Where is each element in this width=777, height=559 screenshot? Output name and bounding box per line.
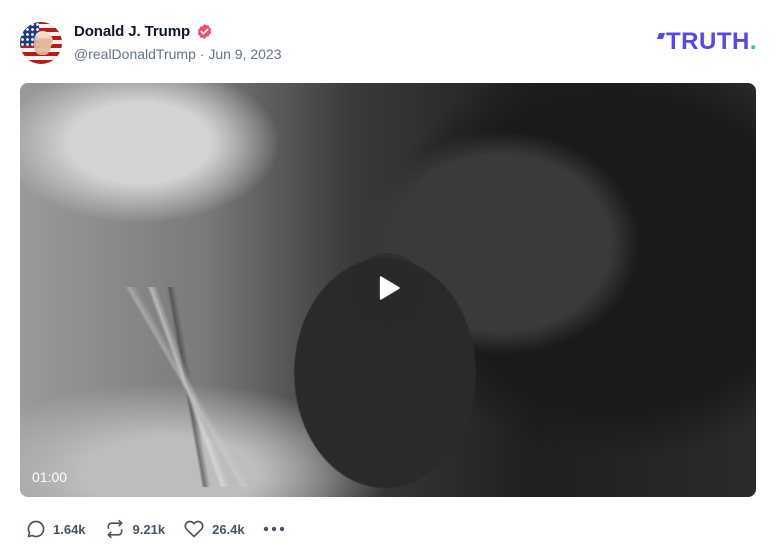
reply-icon <box>26 519 46 539</box>
post-actions: 1.64k 9.21k 26.4k <box>26 517 303 541</box>
play-button[interactable] <box>351 253 425 327</box>
author-meta: @realDonaldTrump · Jun 9, 2023 <box>74 46 281 62</box>
video-thumbnail <box>60 287 320 487</box>
more-options-button[interactable] <box>263 526 285 532</box>
video-player[interactable]: 01:00 <box>20 83 756 497</box>
post-header: Donald J. Trump @realDonaldTrump · Jun 9… <box>20 20 757 66</box>
like-button[interactable]: 26.4k <box>183 519 245 539</box>
reply-count: 1.64k <box>53 521 86 537</box>
more-icon <box>263 526 285 532</box>
author-display-name[interactable]: Donald J. Trump <box>74 23 190 40</box>
logo-tick <box>656 33 666 39</box>
retruth-icon <box>104 519 126 539</box>
post-date[interactable]: Jun 9, 2023 <box>208 46 281 62</box>
logo-text: TRUTH <box>666 28 750 55</box>
avatar[interactable] <box>20 22 62 64</box>
retruth-count: 9.21k <box>132 521 166 537</box>
like-icon <box>183 519 205 539</box>
author-handle[interactable]: @realDonaldTrump <box>74 46 196 62</box>
logo-dot: . <box>749 28 757 55</box>
like-count: 26.4k <box>212 521 245 537</box>
video-duration: 01:00 <box>32 469 68 485</box>
reply-button[interactable]: 1.64k <box>26 519 86 539</box>
verified-badge-icon <box>196 23 213 40</box>
play-icon <box>371 271 405 310</box>
meta-separator: · <box>199 46 205 62</box>
retruth-button[interactable]: 9.21k <box>104 519 166 539</box>
author-name-row: Donald J. Trump <box>74 23 213 40</box>
truth-logo[interactable]: TRUTH. <box>656 28 757 56</box>
